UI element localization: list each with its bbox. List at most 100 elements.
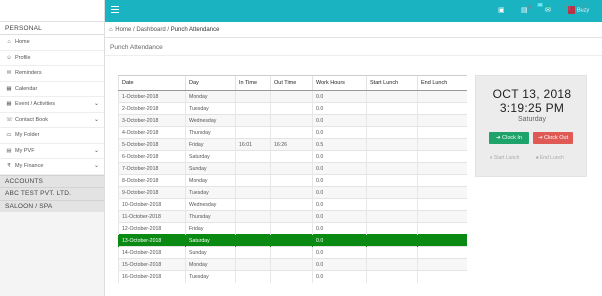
table-body: 1-October-2018 Monday 0.0 2-October-2018 Tue… [118, 90, 467, 283]
cell-out [270, 246, 313, 259]
chevron-down-icon[interactable]: ⌄ [94, 97, 99, 113]
power-icon[interactable]: ○ [527, 3, 531, 12]
table-row[interactable]: 14-October-2018 Sunday 0.0 [118, 246, 467, 259]
cell-in [235, 162, 271, 175]
refresh-icon[interactable]: ○ [545, 3, 549, 12]
sidebar-item-label: Profile [15, 54, 31, 61]
cell-date: 6-October-2018 [118, 150, 186, 163]
col-in-time[interactable]: In Time [235, 75, 271, 91]
table-row[interactable]: 15-October-2018 Monday 0.0 [118, 258, 467, 271]
chevron-down-icon[interactable]: ⌄ [94, 159, 99, 175]
cell-day: Thursday [185, 126, 236, 139]
col-start-lunch[interactable]: Start Lunch [366, 75, 418, 91]
contact-book-icon: ☏ [6, 116, 13, 123]
page-title: Punch Attendance [110, 44, 163, 51]
section-company[interactable]: ABC TEST PVT. LTD. [0, 187, 104, 200]
table-row[interactable]: 1-October-2018 Monday 0.0 [118, 90, 467, 103]
cell-day: Tuesday [185, 186, 236, 199]
cell-date: 15-October-2018 [118, 258, 186, 271]
cell-out [270, 234, 313, 247]
cell-out [270, 114, 313, 127]
cell-in [235, 210, 271, 223]
table-row[interactable]: 5-October-2018 Friday 16:01 16:26 0.5 [118, 138, 467, 151]
chevron-down-icon[interactable]: ⌄ [94, 113, 99, 129]
sidebar-item-calendar[interactable]: ▦ Calendar [0, 81, 104, 97]
expand-icon[interactable]: ▢ [564, 3, 571, 12]
bell-icon: ✉ [6, 70, 12, 76]
breadcrumb-bar: ⌂ Home / Dashboard / Punch Attendance [105, 22, 602, 38]
cell-day: Tuesday [185, 102, 236, 115]
breadcrumb: ⌂ Home / Dashboard / Punch Attendance [109, 27, 220, 33]
sidebar-item-contact-book[interactable]: ☏ Contact Book ⌄ [0, 112, 104, 129]
table-row[interactable]: 12-October-2018 Friday 0.0 [118, 222, 467, 235]
cell-end-lunch [417, 234, 467, 247]
chevron-down-icon[interactable]: ⌄ [94, 144, 99, 160]
table-row[interactable]: 2-October-2018 Tuesday 0.0 [118, 102, 467, 115]
start-lunch-button[interactable]: ⏸ Start Lunch [490, 155, 519, 161]
clock-out-button[interactable]: ⇥ Clock Out [533, 132, 573, 144]
cell-start-lunch [366, 126, 418, 139]
col-date[interactable]: Date [118, 75, 186, 91]
col-day[interactable]: Day [185, 75, 236, 91]
cell-hours: 0.5 [312, 138, 367, 151]
cell-end-lunch [417, 258, 467, 271]
table-row[interactable]: 7-October-2018 Sunday 0.0 [118, 162, 467, 175]
sidebar: PERSONAL ⌂ Home ☺ Profile ✉ Reminders ▦ Calenda… [0, 0, 105, 296]
cell-hours: 0.0 [312, 174, 367, 187]
attendance-table-wrapper[interactable]: Date Day In Time Out Time Work Hours Sta… [118, 75, 467, 296]
table-row[interactable]: 9-October-2018 Tuesday 0.0 [118, 186, 467, 199]
settings-icon[interactable]: ▢ [582, 3, 589, 12]
cell-out [270, 210, 313, 223]
calendar-icon: ▦ [6, 85, 12, 92]
table-row[interactable]: 3-October-2018 Wednesday 0.0 [118, 114, 467, 127]
attendance-table: Date Day In Time Out Time Work Hours Sta… [118, 75, 467, 283]
table-row[interactable]: 4-October-2018 Thursday 0.0 [118, 126, 467, 139]
cell-date: 13-October-2018 [118, 234, 186, 247]
cell-out [270, 270, 313, 283]
clock-time: 3:19:25 PM [499, 101, 565, 115]
cell-day: Friday [185, 222, 236, 235]
section-saloon-spa[interactable]: SALOON / SPA [0, 199, 104, 212]
sidebar-item-label: Home [15, 39, 30, 45]
cell-end-lunch [417, 162, 467, 175]
clock-in-button[interactable]: ➜ Clock In [489, 132, 529, 144]
col-out-time[interactable]: Out Time [270, 75, 313, 91]
cell-out: 16:26 [270, 138, 313, 151]
menu-toggle-icon[interactable] [111, 6, 119, 14]
sidebar-item-my-folder[interactable]: ▭ My Folder [0, 128, 104, 144]
id-card-icon[interactable]: ▣ [498, 6, 505, 15]
cell-start-lunch [366, 114, 418, 127]
table-row[interactable]: 10-October-2018 Wednesday 0.0 [118, 198, 467, 211]
sidebar-item-my-finance[interactable]: ₹ My Finance ⌄ [0, 159, 104, 175]
table-row[interactable]: 8-October-2018 Monday 0.0 [118, 174, 467, 187]
table-row-today[interactable]: 13-October-2018 Saturday 0.0 [118, 234, 467, 247]
cell-end-lunch [417, 114, 467, 127]
col-end-lunch[interactable]: End Lunch [417, 75, 467, 91]
cell-out [270, 150, 313, 163]
cell-date: 14-October-2018 [118, 246, 186, 259]
cell-end-lunch [417, 138, 467, 151]
sidebar-item-event-activities[interactable]: ▦ Event / Activities ⌄ [0, 97, 104, 113]
cell-in [235, 198, 271, 211]
table-row[interactable]: 11-October-2018 Thursday 0.0 [118, 210, 467, 223]
cell-hours: 0.0 [312, 162, 367, 175]
cell-in [235, 174, 271, 187]
sidebar-item-my-pvf[interactable]: ▤ My PVF ⌄ [0, 143, 104, 160]
cell-end-lunch [417, 174, 467, 187]
cell-hours: 0.0 [312, 258, 367, 271]
cell-hours: 0.0 [312, 186, 367, 199]
table-row[interactable]: 16-October-2018 Tuesday 0.0 [118, 270, 467, 283]
cell-end-lunch [417, 210, 467, 223]
col-work-hours[interactable]: Work Hours [312, 75, 367, 91]
section-accounts[interactable]: ACCOUNTS [0, 174, 104, 187]
sidebar-item-profile[interactable]: ☺ Profile [0, 50, 104, 66]
cell-in [235, 222, 271, 235]
sidebar-item-home[interactable]: ⌂ Home [0, 35, 104, 51]
table-row[interactable]: 6-October-2018 Saturday 0.0 [118, 150, 467, 163]
cell-out [270, 162, 313, 175]
breadcrumb-dashboard[interactable]: Dashboard [136, 27, 165, 33]
sidebar-item-reminders[interactable]: ✉ Reminders [0, 66, 104, 82]
file-icon: ▤ [6, 147, 12, 154]
breadcrumb-home[interactable]: Home [115, 27, 131, 33]
end-lunch-button[interactable]: ⏹ End Lunch [536, 155, 564, 161]
